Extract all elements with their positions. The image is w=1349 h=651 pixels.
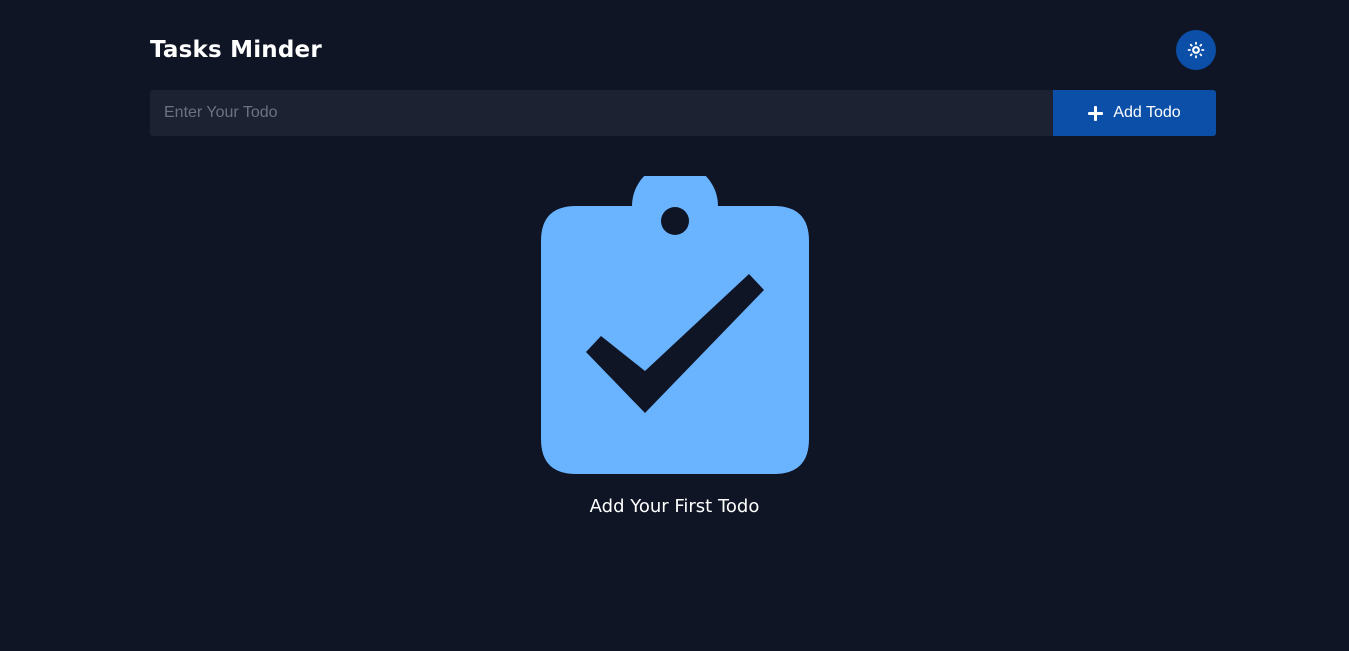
add-todo-label: Add Todo	[1113, 104, 1181, 121]
plus-icon	[1088, 105, 1104, 121]
app-page: Tasks Minder Enter Your Todo Add Todo Ad…	[0, 0, 1349, 651]
main-container: Tasks Minder Enter Your Todo Add Todo	[150, 0, 1216, 136]
theme-toggle-button[interactable]	[1176, 30, 1216, 70]
clipboard-check-icon	[540, 176, 809, 474]
todo-form: Add Todo	[150, 90, 1216, 136]
app-title: Tasks Minder	[150, 37, 322, 63]
empty-state: Add Your First Todo	[0, 176, 1349, 519]
header: Tasks Minder	[150, 0, 1216, 90]
sun-icon	[1187, 41, 1205, 59]
add-todo-button[interactable]: Add Todo	[1053, 90, 1216, 136]
empty-state-message: Add Your First Todo	[589, 496, 760, 517]
todo-input[interactable]	[150, 90, 1053, 136]
